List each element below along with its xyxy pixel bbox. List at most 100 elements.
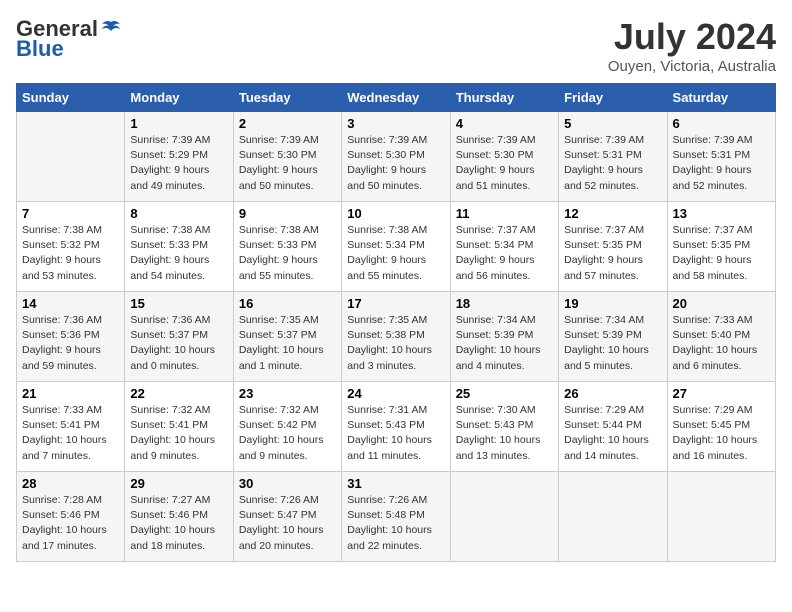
calendar-cell: 2Sunrise: 7:39 AM Sunset: 5:30 PM Daylig…	[233, 112, 341, 202]
day-info: Sunrise: 7:38 AM Sunset: 5:33 PM Dayligh…	[239, 223, 336, 284]
calendar-cell: 25 Sunrise: 7:30 AM Sunset: 5:43 PM Dayli…	[450, 382, 558, 472]
day-info: Sunrise: 7:29 AM Sunset: 5:45 PM Dayligh…	[673, 403, 770, 464]
day-number: 18	[456, 296, 553, 311]
day-number: 1	[130, 116, 227, 131]
day-number: 8	[130, 206, 227, 221]
day-number: 13	[673, 206, 770, 221]
day-number: 19	[564, 296, 661, 311]
day-info: Sunrise: 7:39 AM Sunset: 5:30 PM Dayligh…	[456, 133, 553, 194]
calendar-week-5: 28Sunrise: 7:28 AM Sunset: 5:46 PM Dayli…	[17, 472, 776, 562]
calendar-week-4: 21Sunrise: 7:33 AM Sunset: 5:41 PM Dayli…	[17, 382, 776, 472]
calendar-table: Sunday Monday Tuesday Wednesday Thursday…	[16, 83, 776, 562]
calendar-week-2: 7 Sunrise: 7:38 AM Sunset: 5:32 PM Daylig…	[17, 202, 776, 292]
calendar-cell: 10 Sunrise: 7:38 AM Sunset: 5:34 PM Dayli…	[342, 202, 450, 292]
day-info: Sunrise: 7:30 AM Sunset: 5:43 PM Dayligh…	[456, 403, 553, 464]
day-number: 23	[239, 386, 336, 401]
day-number: 7	[22, 206, 119, 221]
calendar-cell	[667, 472, 775, 562]
col-saturday: Saturday	[667, 84, 775, 112]
calendar-cell: 9 Sunrise: 7:38 AM Sunset: 5:33 PM Daylig…	[233, 202, 341, 292]
calendar-cell: 20 Sunrise: 7:33 AM Sunset: 5:40 PM Dayli…	[667, 292, 775, 382]
logo-blue-text: Blue	[16, 36, 64, 62]
day-number: 12	[564, 206, 661, 221]
calendar-cell: 13 Sunrise: 7:37 AM Sunset: 5:35 PM Dayli…	[667, 202, 775, 292]
day-number: 24	[347, 386, 444, 401]
day-info: Sunrise: 7:29 AM Sunset: 5:44 PM Dayligh…	[564, 403, 661, 464]
calendar-cell: 30 Sunrise: 7:26 AM Sunset: 5:47 PM Dayli…	[233, 472, 341, 562]
day-number: 22	[130, 386, 227, 401]
calendar-cell	[17, 112, 125, 202]
day-info: Sunrise: 7:33 AM Sunset: 5:40 PM Dayligh…	[673, 313, 770, 374]
day-number: 20	[673, 296, 770, 311]
calendar-cell: 5Sunrise: 7:39 AM Sunset: 5:31 PM Daylig…	[559, 112, 667, 202]
calendar-cell: 4 Sunrise: 7:39 AM Sunset: 5:30 PM Daylig…	[450, 112, 558, 202]
calendar-cell	[559, 472, 667, 562]
calendar-cell: 22 Sunrise: 7:32 AM Sunset: 5:41 PM Dayli…	[125, 382, 233, 472]
day-number: 11	[456, 206, 553, 221]
calendar-cell: 27 Sunrise: 7:29 AM Sunset: 5:45 PM Dayli…	[667, 382, 775, 472]
day-info: Sunrise: 7:36 AM Sunset: 5:36 PM Dayligh…	[22, 313, 119, 374]
day-info: Sunrise: 7:39 AM Sunset: 5:30 PM Dayligh…	[239, 133, 336, 194]
day-info: Sunrise: 7:39 AM Sunset: 5:31 PM Dayligh…	[564, 133, 661, 194]
day-info: Sunrise: 7:37 AM Sunset: 5:35 PM Dayligh…	[673, 223, 770, 284]
day-number: 21	[22, 386, 119, 401]
page-header: General Blue July 2024 Ouyen, Victoria, …	[16, 16, 776, 75]
calendar-cell: 16Sunrise: 7:35 AM Sunset: 5:37 PM Dayli…	[233, 292, 341, 382]
day-info: Sunrise: 7:37 AM Sunset: 5:35 PM Dayligh…	[564, 223, 661, 284]
day-number: 3	[347, 116, 444, 131]
day-number: 27	[673, 386, 770, 401]
calendar-cell: 1 Sunrise: 7:39 AM Sunset: 5:29 PM Daylig…	[125, 112, 233, 202]
calendar-cell: 8Sunrise: 7:38 AM Sunset: 5:33 PM Daylig…	[125, 202, 233, 292]
calendar-cell: 12 Sunrise: 7:37 AM Sunset: 5:35 PM Dayli…	[559, 202, 667, 292]
calendar-cell: 21Sunrise: 7:33 AM Sunset: 5:41 PM Dayli…	[17, 382, 125, 472]
day-number: 25	[456, 386, 553, 401]
col-monday: Monday	[125, 84, 233, 112]
day-number: 9	[239, 206, 336, 221]
day-info: Sunrise: 7:39 AM Sunset: 5:31 PM Dayligh…	[673, 133, 770, 194]
day-info: Sunrise: 7:39 AM Sunset: 5:30 PM Dayligh…	[347, 133, 444, 194]
day-info: Sunrise: 7:26 AM Sunset: 5:48 PM Dayligh…	[347, 493, 444, 554]
col-friday: Friday	[559, 84, 667, 112]
col-sunday: Sunday	[17, 84, 125, 112]
day-number: 29	[130, 476, 227, 491]
day-number: 26	[564, 386, 661, 401]
day-info: Sunrise: 7:39 AM Sunset: 5:29 PM Dayligh…	[130, 133, 227, 194]
day-number: 30	[239, 476, 336, 491]
day-number: 16	[239, 296, 336, 311]
day-number: 17	[347, 296, 444, 311]
day-info: Sunrise: 7:38 AM Sunset: 5:32 PM Dayligh…	[22, 223, 119, 284]
day-info: Sunrise: 7:32 AM Sunset: 5:42 PM Dayligh…	[239, 403, 336, 464]
day-info: Sunrise: 7:34 AM Sunset: 5:39 PM Dayligh…	[564, 313, 661, 374]
day-info: Sunrise: 7:38 AM Sunset: 5:34 PM Dayligh…	[347, 223, 444, 284]
calendar-cell: 26 Sunrise: 7:29 AM Sunset: 5:44 PM Dayli…	[559, 382, 667, 472]
day-info: Sunrise: 7:28 AM Sunset: 5:46 PM Dayligh…	[22, 493, 119, 554]
day-number: 6	[673, 116, 770, 131]
calendar-cell: 3 Sunrise: 7:39 AM Sunset: 5:30 PM Daylig…	[342, 112, 450, 202]
calendar-cell: 18Sunrise: 7:34 AM Sunset: 5:39 PM Dayli…	[450, 292, 558, 382]
day-info: Sunrise: 7:31 AM Sunset: 5:43 PM Dayligh…	[347, 403, 444, 464]
day-info: Sunrise: 7:32 AM Sunset: 5:41 PM Dayligh…	[130, 403, 227, 464]
day-info: Sunrise: 7:36 AM Sunset: 5:37 PM Dayligh…	[130, 313, 227, 374]
day-number: 31	[347, 476, 444, 491]
col-tuesday: Tuesday	[233, 84, 341, 112]
day-number: 14	[22, 296, 119, 311]
month-title: July 2024	[608, 16, 776, 58]
calendar-cell: 31 Sunrise: 7:26 AM Sunset: 5:48 PM Dayli…	[342, 472, 450, 562]
calendar-cell: 28Sunrise: 7:28 AM Sunset: 5:46 PM Dayli…	[17, 472, 125, 562]
logo: General Blue	[16, 16, 122, 62]
day-info: Sunrise: 7:37 AM Sunset: 5:34 PM Dayligh…	[456, 223, 553, 284]
day-number: 10	[347, 206, 444, 221]
day-number: 15	[130, 296, 227, 311]
day-info: Sunrise: 7:26 AM Sunset: 5:47 PM Dayligh…	[239, 493, 336, 554]
calendar-cell: 15 Sunrise: 7:36 AM Sunset: 5:37 PM Dayli…	[125, 292, 233, 382]
col-thursday: Thursday	[450, 84, 558, 112]
col-wednesday: Wednesday	[342, 84, 450, 112]
calendar-cell	[450, 472, 558, 562]
calendar-cell: 17Sunrise: 7:35 AM Sunset: 5:38 PM Dayli…	[342, 292, 450, 382]
calendar-cell: 23 Sunrise: 7:32 AM Sunset: 5:42 PM Dayli…	[233, 382, 341, 472]
location-text: Ouyen, Victoria, Australia	[608, 58, 776, 75]
calendar-cell: 6 Sunrise: 7:39 AM Sunset: 5:31 PM Daylig…	[667, 112, 775, 202]
calendar-cell: 29Sunrise: 7:27 AM Sunset: 5:46 PM Dayli…	[125, 472, 233, 562]
day-number: 4	[456, 116, 553, 131]
logo-bird-icon	[100, 18, 122, 40]
